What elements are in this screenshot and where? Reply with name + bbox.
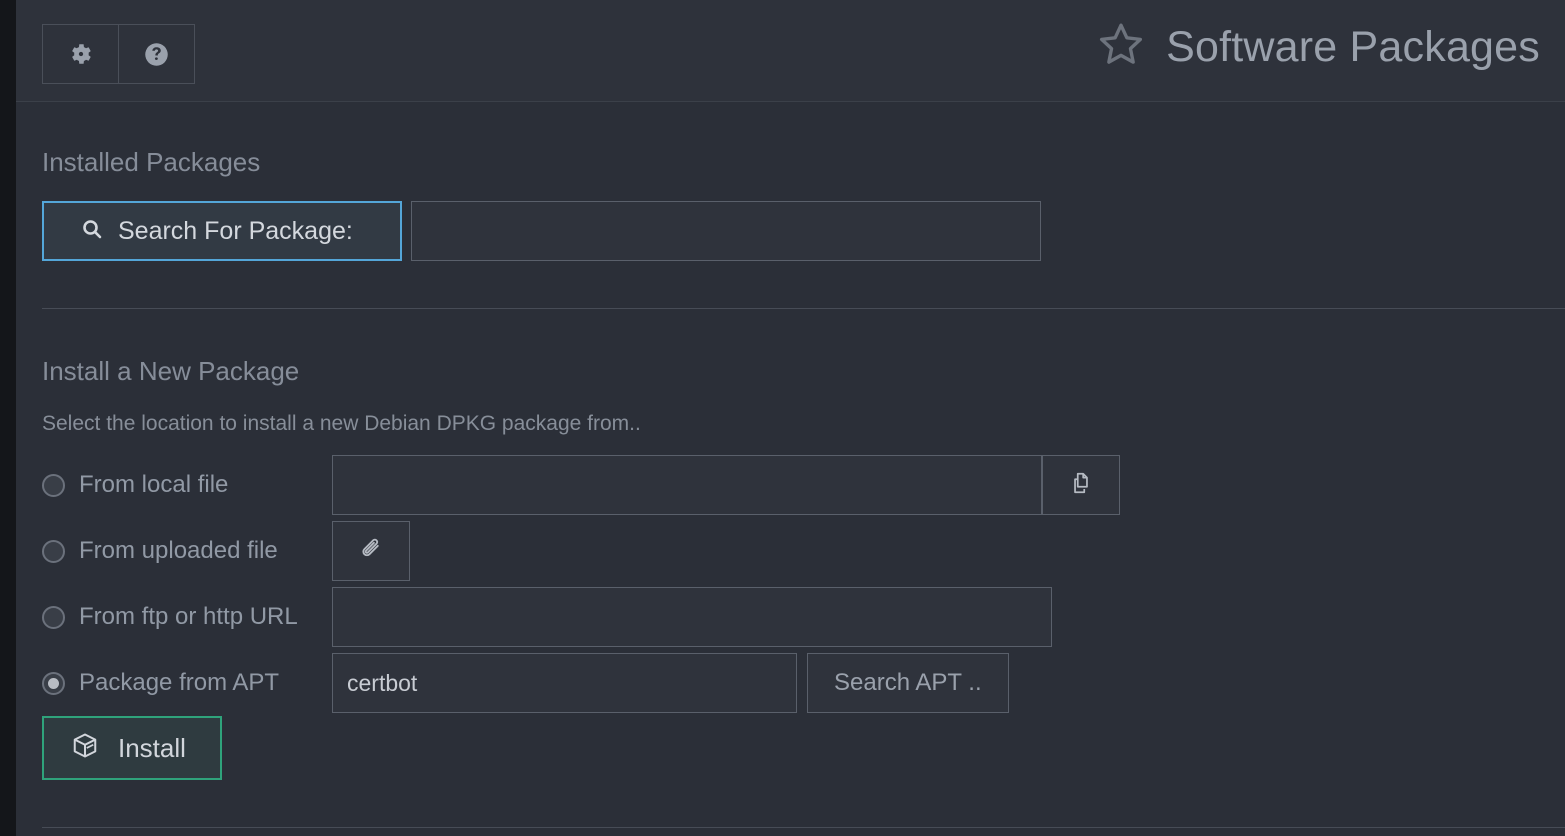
header-button-group <box>42 24 195 84</box>
install-new-package-description: Select the location to install a new Deb… <box>42 412 641 435</box>
option-row-uploaded-file: From uploaded file <box>42 521 410 581</box>
installed-packages-heading: Installed Packages <box>42 147 261 177</box>
install-button[interactable]: Install <box>42 716 222 780</box>
radio-local-file-label: From local file <box>79 471 229 498</box>
radio-url-label: From ftp or http URL <box>79 603 298 630</box>
settings-button[interactable] <box>42 24 119 84</box>
radio-apt-indicator <box>42 671 65 695</box>
main-panel: Software Packages Installed Packages Sea… <box>16 0 1565 836</box>
radio-uploaded-file-label: From uploaded file <box>79 537 278 564</box>
local-file-browse-button[interactable] <box>1042 455 1120 515</box>
apt-field-group: Search APT .. <box>332 653 1009 713</box>
copy-files-icon <box>1068 470 1094 501</box>
install-button-label: Install <box>118 732 186 763</box>
search-for-package-label: Search For Package: <box>118 216 353 245</box>
magnifier-icon <box>80 217 104 246</box>
radio-local-file-indicator <box>42 473 65 497</box>
uploaded-file-field-group <box>332 521 410 581</box>
search-apt-button[interactable]: Search APT .. <box>807 653 1009 713</box>
installed-search-row: Search For Package: <box>42 201 1041 261</box>
url-input[interactable] <box>332 587 1052 647</box>
page-title-area: Software Packages <box>1094 18 1540 77</box>
radio-apt-label: Package from APT <box>79 669 280 696</box>
help-button[interactable] <box>119 24 195 84</box>
radio-url-indicator <box>42 605 65 629</box>
radio-url[interactable]: From ftp or http URL <box>42 603 332 631</box>
bottom-divider <box>42 827 1565 828</box>
radio-uploaded-file[interactable]: From uploaded file <box>42 537 332 565</box>
section-divider <box>42 308 1565 309</box>
option-row-apt: Package from APT Search APT .. <box>42 653 1009 713</box>
local-file-field-group <box>332 455 1120 515</box>
gear-icon <box>68 41 94 67</box>
search-for-package-button[interactable]: Search For Package: <box>42 201 402 261</box>
upload-file-button[interactable] <box>332 521 410 581</box>
radio-apt[interactable]: Package from APT <box>42 669 332 697</box>
page-header: Software Packages <box>16 0 1565 102</box>
radio-local-file[interactable]: From local file <box>42 471 332 499</box>
option-row-local-file: From local file <box>42 455 1120 515</box>
option-row-url: From ftp or http URL <box>42 587 1052 647</box>
install-new-package-heading: Install a New Package <box>42 356 300 386</box>
apt-package-input[interactable] <box>332 653 797 713</box>
question-circle-icon <box>143 41 170 68</box>
favorite-star-icon[interactable] <box>1094 18 1148 77</box>
page-content: Installed Packages Search For Package: I… <box>16 102 1565 836</box>
page-title: Software Packages <box>1166 23 1540 71</box>
package-box-icon <box>70 731 100 766</box>
app-root: Software Packages Installed Packages Sea… <box>0 0 1565 836</box>
paperclip-icon <box>358 536 384 567</box>
installed-package-search-input[interactable] <box>411 201 1041 261</box>
url-field-group <box>332 587 1052 647</box>
radio-uploaded-file-indicator <box>42 539 65 563</box>
local-file-path-input[interactable] <box>332 455 1042 515</box>
